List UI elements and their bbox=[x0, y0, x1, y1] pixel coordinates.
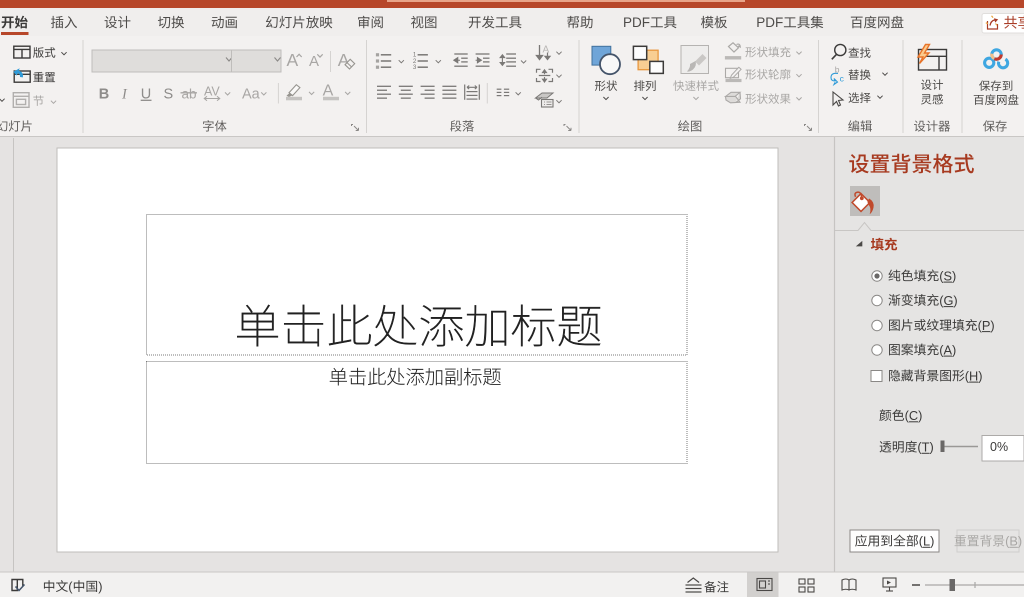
svg-text:(G): (G) bbox=[939, 293, 957, 308]
svg-text:(C): (C) bbox=[905, 408, 923, 423]
svg-text:(P): (P) bbox=[978, 318, 995, 333]
svg-text:c: c bbox=[840, 74, 845, 84]
svg-text:PDF: PDF bbox=[756, 15, 783, 30]
svg-text:(A): (A) bbox=[939, 342, 956, 357]
svg-text:(H): (H) bbox=[965, 368, 983, 383]
svg-text:): ) bbox=[98, 579, 102, 594]
svg-text:A: A bbox=[287, 50, 299, 70]
svg-text:(B): (B) bbox=[1005, 534, 1022, 549]
svg-text:Aa: Aa bbox=[242, 87, 261, 103]
svg-text:S: S bbox=[164, 87, 174, 103]
svg-text:0%: 0% bbox=[990, 440, 1008, 454]
svg-text:A: A bbox=[309, 53, 319, 70]
svg-text:PDF: PDF bbox=[623, 15, 650, 30]
svg-text:(S): (S) bbox=[939, 268, 956, 283]
svg-text:3: 3 bbox=[413, 64, 417, 71]
svg-text:A: A bbox=[543, 45, 550, 56]
svg-text:ab: ab bbox=[182, 86, 197, 101]
svg-text:B: B bbox=[99, 87, 109, 103]
svg-text:(T): (T) bbox=[917, 440, 933, 455]
svg-text:(: ( bbox=[68, 579, 73, 594]
svg-text:(L): (L) bbox=[919, 534, 935, 549]
